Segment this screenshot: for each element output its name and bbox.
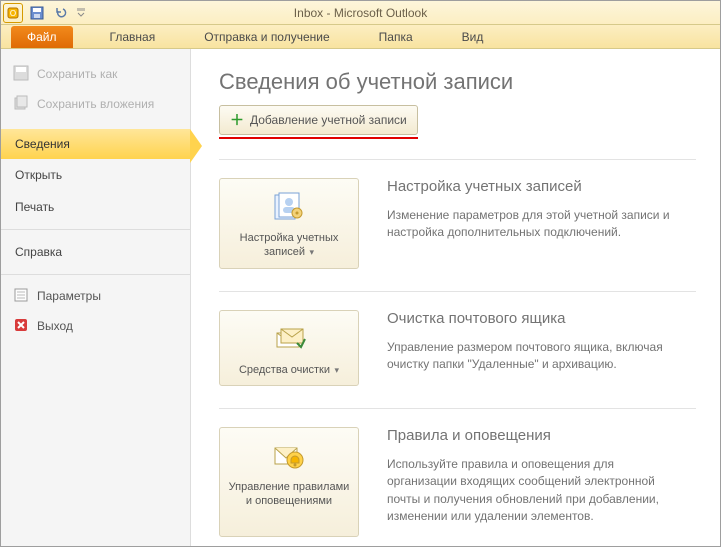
tab-file[interactable]: Файл <box>11 26 73 48</box>
section-text: Настройка учетных записей Изменение пара… <box>387 178 687 269</box>
section-text: Очистка почтового ящика Управление разме… <box>387 310 687 386</box>
sidebar-item-exit[interactable]: Выход <box>1 311 190 341</box>
exit-icon <box>13 317 29 333</box>
tile-cleanup-tools[interactable]: Средства очистки ▾ <box>219 310 359 386</box>
section-description: Используйте правила и оповещения для орг… <box>387 456 687 526</box>
sidebar-exit-label: Выход <box>37 319 73 333</box>
section-title: Правила и оповещения <box>387 427 687 444</box>
page-title: Сведения об учетной записи <box>219 69 696 95</box>
tile-manage-rules[interactable]: Управление правилами и оповещениями <box>219 427 359 538</box>
backstage-main: Сведения об учетной записи ＋ Добавление … <box>191 49 720 546</box>
section-description: Изменение параметров для этой учетной за… <box>387 207 687 242</box>
section-title: Очистка почтового ящика <box>387 310 687 327</box>
tab-send-receive[interactable]: Отправка и получение <box>192 26 341 48</box>
save-attachments-icon <box>13 95 29 111</box>
section-cleanup: Средства очистки ▾ Очистка почтового ящи… <box>219 291 696 408</box>
cleanup-icon <box>271 321 307 357</box>
sidebar-item-print[interactable]: Печать <box>1 191 190 223</box>
sidebar-save-attachments-label: Сохранить вложения <box>37 97 154 111</box>
add-account-label: Добавление учетной записи <box>250 113 407 127</box>
tile-account-settings[interactable]: Настройка учетных записей ▾ <box>219 178 359 269</box>
sidebar-item-help[interactable]: Справка <box>1 236 190 268</box>
chevron-down-icon: ▾ <box>332 365 339 375</box>
chevron-down-icon: ▾ <box>307 247 314 257</box>
sidebar-info-label: Сведения <box>15 137 70 151</box>
outlook-app-icon[interactable]: O <box>3 3 23 23</box>
rules-alerts-icon <box>271 438 307 474</box>
sidebar-divider <box>1 229 190 230</box>
sidebar-save-attachments: Сохранить вложения <box>1 89 190 119</box>
sidebar-save-as: Сохранить как <box>1 59 190 89</box>
svg-text:O: O <box>10 9 16 18</box>
options-icon <box>13 287 29 303</box>
sidebar-divider <box>1 274 190 275</box>
add-account-button[interactable]: ＋ Добавление учетной записи <box>219 105 418 135</box>
tab-folder[interactable]: Папка <box>367 26 425 48</box>
sidebar-item-info[interactable]: Сведения <box>1 129 190 159</box>
qat-undo-icon[interactable] <box>51 3 71 23</box>
section-text: Правила и оповещения Используйте правила… <box>387 427 687 538</box>
sidebar-item-open[interactable]: Открыть <box>1 159 190 191</box>
qat-save-icon[interactable] <box>27 3 47 23</box>
backstage-sidebar: Сохранить как Сохранить вложения Сведени… <box>1 49 191 546</box>
save-as-icon <box>13 65 29 81</box>
add-account-highlight: ＋ Добавление учетной записи <box>219 105 418 139</box>
section-description: Управление размером почтового ящика, вкл… <box>387 339 687 374</box>
sidebar-item-options[interactable]: Параметры <box>1 281 190 311</box>
window-title: Inbox - Microsoft Outlook <box>294 6 427 20</box>
section-account-settings: Настройка учетных записей ▾ Настройка уч… <box>219 159 696 291</box>
account-settings-icon <box>271 189 307 225</box>
tab-view[interactable]: Вид <box>450 26 496 48</box>
tab-home[interactable]: Главная <box>98 26 168 48</box>
section-title: Настройка учетных записей <box>387 178 687 195</box>
sidebar-save-as-label: Сохранить как <box>37 67 117 81</box>
sidebar-options-label: Параметры <box>37 289 101 303</box>
section-rules: Управление правилами и оповещениями Прав… <box>219 408 696 546</box>
ribbon-tabs: Файл Главная Отправка и получение Папка … <box>1 25 720 49</box>
plus-icon: ＋ <box>230 110 244 130</box>
qat-customize-icon[interactable] <box>75 3 87 23</box>
title-bar: O Inbox - Microsoft Outlook <box>1 1 720 25</box>
